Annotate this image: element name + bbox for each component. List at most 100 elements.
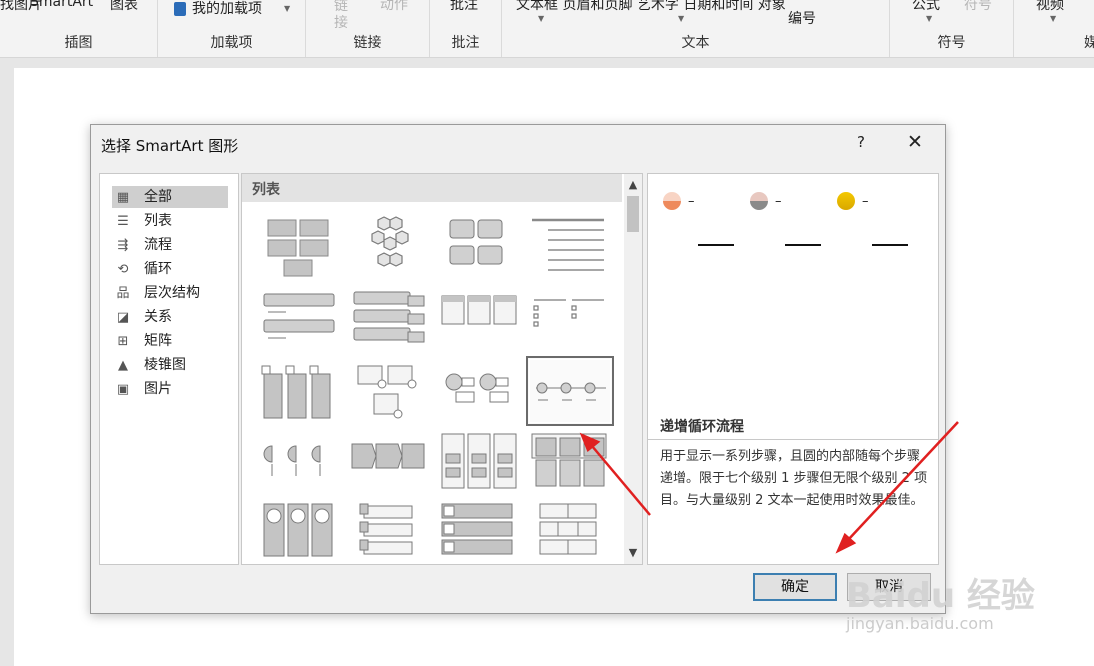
chevron-down-icon[interactable]: ▼: [284, 4, 290, 13]
category-list-item[interactable]: ☰ 列表: [112, 210, 228, 232]
action-button[interactable]: 动作: [380, 0, 408, 14]
chevron-down-icon[interactable]: ▼: [926, 14, 932, 23]
category-label: 关系: [144, 309, 172, 325]
category-picture[interactable]: ▣ 图片: [112, 378, 228, 400]
layout-preview: – – –: [663, 192, 908, 246]
group-label-symbols: 符号: [937, 35, 966, 51]
category-label: 矩阵: [144, 333, 172, 349]
ribbon-chart-button[interactable]: 图表: [110, 0, 138, 14]
category-label: 流程: [144, 237, 172, 253]
cycle-icon: ⟲: [117, 262, 129, 277]
ribbon: 找图片 SmartArt 图表 插图 我的加载项 ▼ 加载项 链 接 动作 链接…: [0, 0, 1094, 58]
layout-tile[interactable]: [436, 360, 522, 426]
comment-button[interactable]: 批注: [450, 0, 478, 14]
step-circle: [837, 192, 855, 210]
layout-tile[interactable]: [436, 286, 522, 352]
layout-tile[interactable]: [526, 500, 612, 564]
layout-tile[interactable]: [436, 430, 522, 496]
relationship-icon: ◪: [116, 310, 130, 325]
layout-description: 用于显示一系列步骤，且圆的内部随每个步骤递增。限于七个级别 1 步骤但无限个级别…: [648, 439, 938, 565]
group-comments: 批注 批注: [430, 0, 502, 57]
layout-tile[interactable]: [256, 212, 342, 278]
watermark-url: jingyan.baidu.com: [846, 614, 994, 633]
scroll-thumb[interactable]: [627, 196, 639, 232]
all-icon: ▦: [116, 190, 130, 205]
pyramid-icon: ▲: [118, 358, 128, 373]
layout-gallery: 列表 ▲ ▼: [241, 173, 643, 565]
layout-tile[interactable]: [346, 360, 432, 426]
group-label-addins: 加载项: [210, 35, 253, 51]
layout-tile[interactable]: [346, 286, 432, 352]
group-links: 链 接 动作 链接: [306, 0, 430, 57]
category-label: 全部: [144, 189, 172, 205]
preview-panel: – – – 递增循环流程 用于显示一系列步骤，且圆的内部随每个步骤递增。限于七个…: [647, 173, 939, 565]
step-dash: –: [862, 194, 869, 209]
store-icon: [174, 2, 186, 16]
category-all[interactable]: ▦ 全部: [112, 186, 228, 208]
layout-tile[interactable]: [346, 434, 432, 500]
category-label: 层次结构: [144, 285, 200, 301]
step-dash: –: [775, 194, 782, 209]
gallery-header-label: 列表: [252, 182, 280, 198]
category-relationship[interactable]: ◪ 关系: [112, 306, 228, 328]
layout-tile-selected[interactable]: [526, 356, 614, 426]
video-button[interactable]: 视频: [1036, 0, 1064, 14]
group-media: 视频 ▼ 媒: [1014, 0, 1094, 57]
group-addins: 我的加载项 ▼ 加载项: [158, 0, 306, 57]
layout-name: 递增循环流程: [660, 419, 744, 435]
group-label-comments: 批注: [451, 35, 480, 51]
chevron-down-icon[interactable]: ▼: [1050, 14, 1056, 23]
hierarchy-icon: 品: [116, 286, 130, 301]
symbol-button[interactable]: 符号: [964, 0, 992, 14]
link-button[interactable]: 链 接: [334, 0, 348, 32]
category-hierarchy[interactable]: 品层次结构: [112, 282, 228, 304]
group-label-text: 文本: [681, 35, 710, 51]
layout-tile[interactable]: [256, 360, 342, 426]
step-circle: [750, 192, 768, 210]
chevron-down-icon[interactable]: ▼: [538, 14, 544, 23]
picture-icon: ▣: [116, 382, 130, 397]
layout-tile[interactable]: [346, 212, 432, 278]
category-cycle[interactable]: ⟲ 循环: [112, 258, 228, 280]
chevron-down-icon[interactable]: ▼: [678, 14, 684, 23]
list-icon: ☰: [117, 214, 129, 229]
layout-tile[interactable]: [526, 212, 612, 278]
category-label: 棱锥图: [144, 357, 186, 373]
layout-tile[interactable]: [436, 500, 522, 564]
watermark-logo: Baidu 经验: [846, 576, 1035, 616]
group-label-links: 链接: [353, 35, 382, 51]
layout-tile[interactable]: [526, 286, 612, 352]
ribbon-smartart-button[interactable]: SmartArt: [30, 0, 93, 10]
category-process[interactable]: ⇶ 流程: [112, 234, 228, 256]
equation-button[interactable]: 公式: [912, 0, 940, 14]
date-number-label[interactable]: 编号: [788, 8, 816, 28]
watermark: Baidu 经验 jingyan.baidu.com: [846, 548, 1046, 648]
category-label: 图片: [144, 381, 172, 397]
help-button[interactable]: ?: [851, 133, 871, 151]
category-label: 列表: [144, 213, 172, 229]
ok-button[interactable]: 确定: [753, 573, 837, 601]
step-dash: –: [688, 194, 695, 209]
layout-tile[interactable]: [346, 500, 432, 564]
group-label-media: 媒: [1084, 32, 1094, 52]
category-pyramid[interactable]: ▲ 棱锥图: [112, 354, 228, 376]
dialog-title: 选择 SmartArt 图形: [101, 137, 239, 155]
group-illustrations: 找图片 SmartArt 图表 插图: [0, 0, 158, 57]
group-text: 文本框 页眉和页脚 艺术字 日期和时间 对象 ▼ ▼ 编号 文本: [502, 0, 890, 57]
smartart-dialog: 选择 SmartArt 图形 ? ✕ ▦ 全部 ☰ 列表 ⇶ 流程 ⟲ 循环 品层次结构…: [90, 124, 946, 614]
layout-tile[interactable]: [256, 500, 342, 564]
process-icon: ⇶: [117, 238, 129, 253]
scroll-up-icon[interactable]: ▲: [624, 176, 642, 194]
close-button[interactable]: ✕: [903, 131, 927, 153]
scroll-down-icon[interactable]: ▼: [624, 544, 642, 562]
category-matrix[interactable]: ⊞ 矩阵: [112, 330, 228, 352]
matrix-icon: ⊞: [117, 334, 129, 349]
layout-tile[interactable]: [436, 212, 522, 278]
layout-tile[interactable]: [256, 286, 342, 352]
text-group-buttons[interactable]: 文本框 页眉和页脚 艺术字 日期和时间 对象: [516, 0, 786, 14]
layout-tile[interactable]: [526, 430, 612, 496]
category-label: 循环: [144, 261, 172, 277]
gallery-scrollbar[interactable]: ▲ ▼: [624, 174, 642, 564]
my-addins-button[interactable]: 我的加载项: [174, 0, 262, 18]
layout-tile[interactable]: [256, 434, 342, 500]
